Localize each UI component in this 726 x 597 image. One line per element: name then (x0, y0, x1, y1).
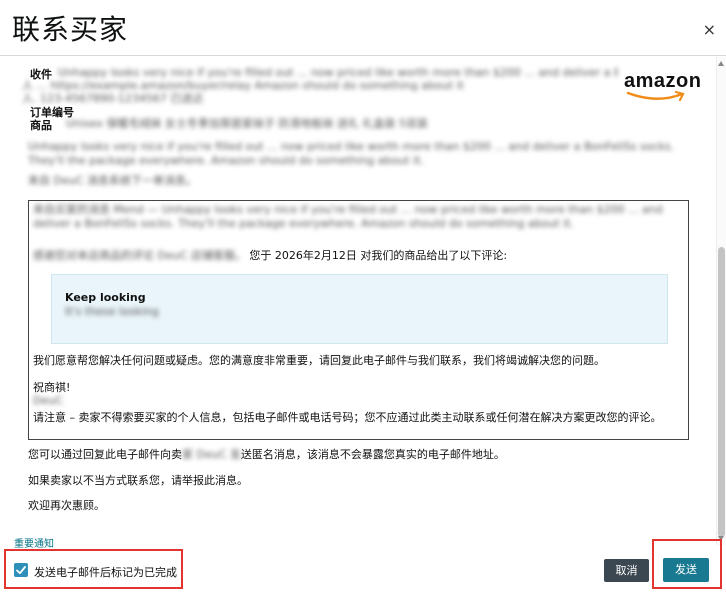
review-notice: 请注意 – 卖家不得索要买家的个人信息，包括电子邮件或电话号码；您不应通过此类主… (33, 411, 662, 424)
mark-complete-label[interactable]: 发送电子邮件后标记为已完成 (34, 564, 177, 580)
product-label: 商品 (30, 119, 52, 132)
seller-name: DeuC (33, 394, 63, 407)
reply-prefix: 您可以通过回复此电子邮件向卖 (28, 448, 182, 461)
report-text: 如果卖家以不当方式联系您，请举报此消息。 (28, 474, 248, 487)
mark-complete-checkbox[interactable] (14, 563, 28, 577)
to-value: Unhappy looks very nice if you're filled… (58, 66, 618, 79)
quote-header: 来自买家的消息 Mend — Unhappy looks very nice i… (33, 203, 663, 230)
product-value: Unisex 保暖毛绒袜 女士冬季加厚居家袜子 防滑地板袜 送礼 礼盒装 5双装 (66, 117, 428, 130)
review-intro-blurred: 感谢您对本店商品的评论 DeuC 店铺客服。 (33, 249, 246, 262)
contact-buyer-dialog: 联系买家 × 收件 Unhappy looks very nice if you… (0, 0, 726, 597)
review-intro: 感谢您对本店商品的评论 DeuC 店铺客服。 您于 2026年2月12日 对我们… (33, 249, 683, 263)
scroll-up-icon[interactable] (718, 61, 724, 66)
scroll-thumb[interactable] (718, 247, 725, 537)
dialog-footer: 重要通知 发送电子邮件后标记为已完成 取消 发送 (0, 539, 726, 597)
reply-seller-blurred: 家 DeuC 发 (182, 448, 241, 461)
dialog-body[interactable]: 收件 Unhappy looks very nice if you're fil… (0, 57, 726, 545)
reply-anonymous-text: 您可以通过回复此电子邮件向卖家 DeuC 发送匿名消息，该消息不会暴露您真实的电… (28, 448, 688, 462)
welcome-text: 欢迎再次惠顾。 (28, 499, 105, 512)
review-highlight-box: Keep looking It's these looking (51, 274, 668, 344)
review-quote-box: 来自买家的消息 Mend — Unhappy looks very nice i… (28, 200, 689, 440)
cancel-button[interactable]: 取消 (604, 559, 649, 582)
amazon-logo-wordmark: amazon (624, 70, 702, 92)
amazon-smile-icon (626, 90, 685, 102)
vertical-scrollbar[interactable] (716, 57, 726, 545)
mark-complete-highlight: 发送电子邮件后标记为已完成 (4, 549, 183, 589)
to-value-line-2: 人 ... https://example.amazon/buyer/relay… (22, 79, 464, 92)
intro-paragraph: Unhappy looks very nice if you're filled… (28, 140, 675, 167)
dialog-header: 联系买家 × (0, 0, 726, 56)
amazon-logo: amazon (624, 70, 702, 102)
review-help-text: 我们愿意帮您解决任何问题或疑虑。您的满意度非常重要，请回复此电子邮件与我们联系，… (33, 354, 605, 367)
review-greeting: 祝商祺! (33, 381, 71, 394)
checkmark-icon (16, 566, 26, 575)
review-date-text: 您于 2026年2月12日 对我们的商品给出了以下评论: (249, 249, 508, 262)
review-body: It's these looking (65, 305, 159, 318)
close-icon[interactable]: × (703, 20, 716, 39)
dialog-title: 联系买家 (12, 13, 129, 46)
important-notice-link[interactable]: 重要通知 (14, 535, 54, 550)
review-headline: Keep looking (65, 291, 146, 304)
send-button-highlight: 发送 (652, 539, 722, 589)
reply-suffix: 送匿名消息，该消息不会暴露您真实的电子邮件地址。 (240, 448, 505, 461)
intro-note: 来自 DeuC 消息系统下一单消息。 (28, 174, 197, 187)
send-button[interactable]: 发送 (663, 558, 709, 582)
